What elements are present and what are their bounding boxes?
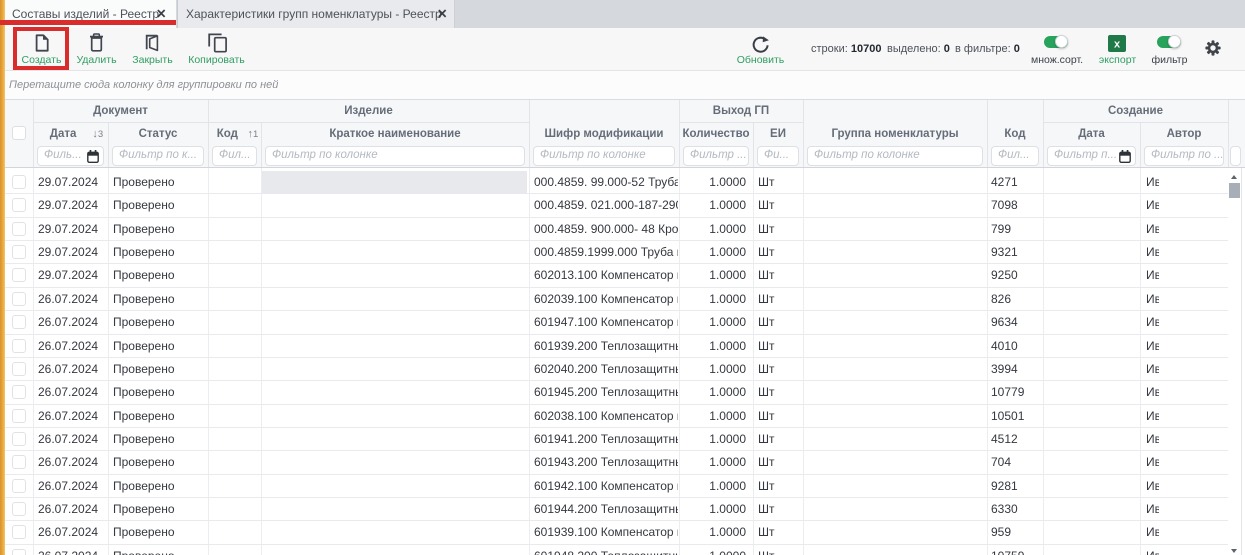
svg-text:x: x — [1114, 39, 1121, 51]
